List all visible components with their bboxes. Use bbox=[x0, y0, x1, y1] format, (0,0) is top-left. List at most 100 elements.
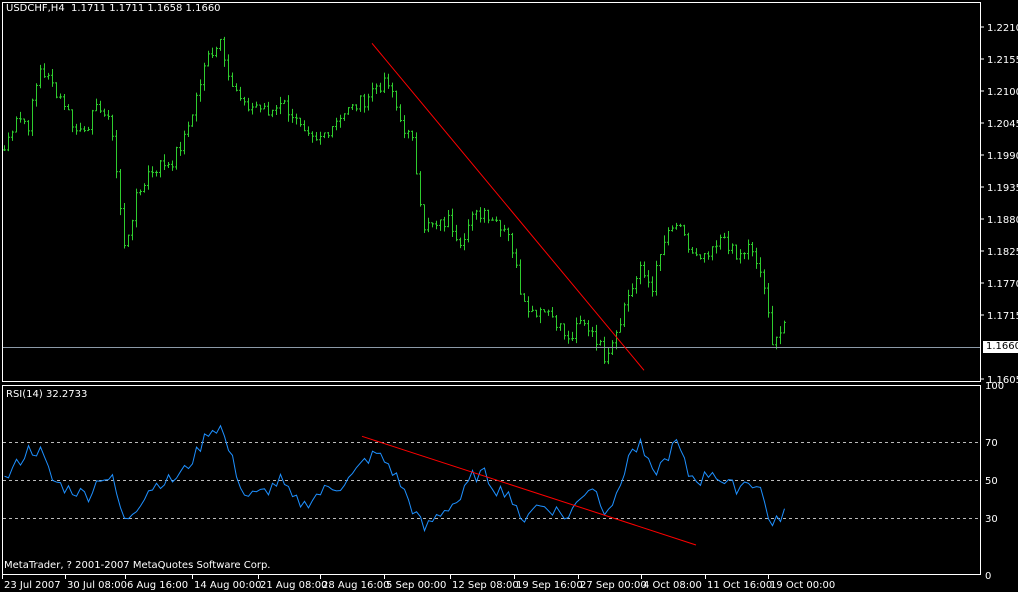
price-bar bbox=[3, 145, 6, 151]
price-bar bbox=[219, 38, 222, 51]
price-bar bbox=[171, 160, 174, 171]
price-bar bbox=[491, 217, 494, 221]
price-bar bbox=[335, 117, 338, 131]
price-bar bbox=[11, 130, 14, 141]
price-bar bbox=[355, 104, 358, 112]
price-bar bbox=[7, 132, 10, 152]
price-bar bbox=[271, 109, 274, 118]
price-bar bbox=[63, 94, 66, 111]
price-bar bbox=[207, 50, 210, 67]
price-bar bbox=[707, 251, 710, 260]
price-bar bbox=[75, 123, 78, 135]
price-bar bbox=[275, 104, 278, 115]
price-bar bbox=[687, 232, 690, 253]
price-bar bbox=[295, 113, 298, 125]
price-trendline bbox=[371, 42, 645, 371]
price-bar bbox=[31, 98, 34, 137]
price-bar bbox=[555, 315, 558, 331]
price-bar bbox=[699, 254, 702, 260]
price-bar bbox=[211, 47, 214, 58]
price-bar bbox=[619, 318, 622, 333]
price-bar bbox=[727, 230, 730, 255]
price-bar bbox=[235, 83, 238, 92]
price-bar bbox=[711, 246, 714, 261]
time-tick-label: 21 Aug 08:00 bbox=[260, 580, 327, 591]
price-bar bbox=[131, 219, 134, 241]
price-tick-label: 1.1825 bbox=[987, 247, 1018, 258]
price-bar bbox=[407, 129, 410, 139]
price-bar bbox=[15, 116, 18, 133]
price-bar bbox=[451, 208, 454, 237]
price-bar bbox=[547, 309, 550, 316]
price-bar bbox=[371, 82, 374, 102]
price-bar bbox=[575, 317, 578, 344]
price-bar bbox=[679, 223, 682, 227]
price-bar bbox=[743, 252, 746, 260]
price-bar bbox=[523, 293, 526, 302]
price-bar bbox=[107, 109, 110, 120]
price-bar bbox=[251, 102, 254, 115]
price-bar bbox=[351, 103, 354, 110]
price-bar bbox=[631, 283, 634, 297]
price-bar bbox=[431, 222, 434, 228]
price-bar bbox=[691, 246, 694, 254]
price-bar bbox=[27, 120, 30, 136]
price-bar bbox=[331, 126, 334, 138]
rsi-line bbox=[4, 424, 785, 533]
price-bar bbox=[179, 141, 182, 156]
price-bar bbox=[659, 253, 662, 272]
rsi-trendline bbox=[361, 435, 697, 546]
price-bar bbox=[287, 95, 290, 122]
price-bar bbox=[423, 204, 426, 233]
price-bar bbox=[111, 114, 114, 141]
price-bar bbox=[55, 82, 58, 99]
rsi-tick-label: 30 bbox=[985, 514, 998, 525]
price-bar bbox=[391, 82, 394, 98]
price-bar bbox=[539, 307, 542, 324]
price-bar bbox=[87, 126, 90, 132]
rsi-tick-label: 0 bbox=[985, 571, 991, 582]
price-bar bbox=[527, 296, 530, 318]
rsi-tick-label: 70 bbox=[985, 438, 998, 449]
price-bar bbox=[411, 130, 414, 141]
price-bar bbox=[191, 114, 194, 127]
price-bar bbox=[395, 90, 398, 111]
price-bar bbox=[363, 93, 366, 113]
price-bar bbox=[739, 249, 742, 264]
time-tick-label: 12 Sep 08:00 bbox=[452, 580, 519, 591]
price-bar bbox=[279, 96, 282, 115]
price-bar bbox=[731, 243, 734, 254]
chart-canvas[interactable]: 1.2210 1.2155 1.2100 1.2045 1.1990 1.1935 1.18… bbox=[0, 0, 1018, 592]
price-bar bbox=[387, 73, 390, 89]
rsi-tick-label: 100 bbox=[985, 381, 1004, 392]
price-bar bbox=[167, 162, 170, 169]
price-bar bbox=[783, 320, 786, 334]
price-bar bbox=[759, 257, 762, 278]
chart-header: USDCHF,H4 1.1711 1.1711 1.1658 1.1660 bbox=[6, 3, 221, 14]
price-bar bbox=[147, 165, 150, 190]
price-bar bbox=[307, 126, 310, 136]
price-bar bbox=[239, 86, 242, 101]
copyright-text: MetaTrader, ? 2001-2007 MetaQuotes Softw… bbox=[4, 560, 271, 571]
price-bar bbox=[671, 225, 674, 232]
price-bar bbox=[643, 261, 646, 278]
price-bar bbox=[359, 95, 362, 112]
price-bar bbox=[255, 101, 258, 108]
price-bar bbox=[267, 101, 270, 116]
price-bar bbox=[59, 93, 62, 99]
price-bar bbox=[375, 83, 378, 94]
time-tick-label: 14 Aug 00:00 bbox=[194, 580, 261, 591]
price-bar bbox=[583, 319, 586, 326]
price-bar bbox=[715, 240, 718, 254]
rsi-value: 32.2733 bbox=[45, 389, 88, 400]
price-bar bbox=[227, 54, 230, 81]
price-bar bbox=[247, 97, 250, 112]
price-bar bbox=[415, 132, 418, 175]
price-bar bbox=[599, 339, 602, 346]
price-tick-label: 1.1990 bbox=[987, 151, 1018, 162]
price-bar bbox=[595, 324, 598, 351]
price-bar bbox=[135, 188, 138, 228]
price-bar bbox=[771, 305, 774, 346]
price-bar bbox=[471, 211, 474, 231]
time-tick-label: 4 Oct 08:00 bbox=[643, 580, 702, 591]
